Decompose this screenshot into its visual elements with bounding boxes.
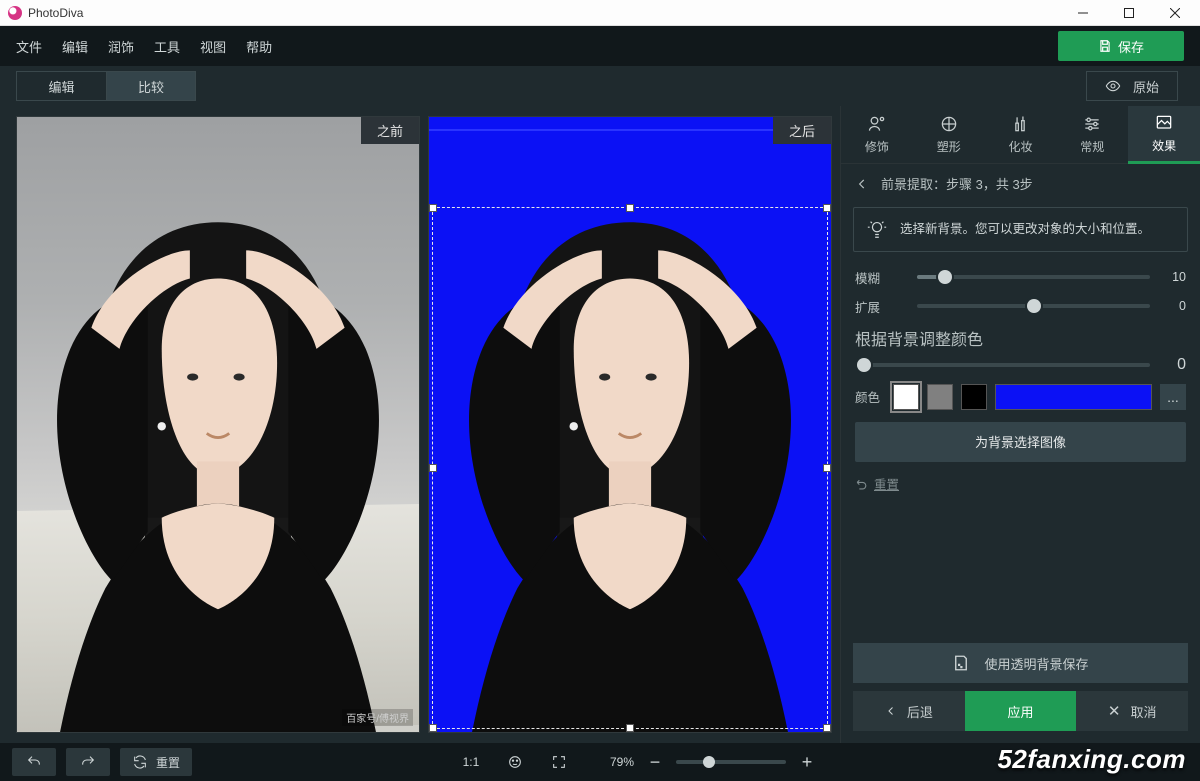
lightbulb-icon [866, 218, 888, 240]
refresh-icon [132, 754, 148, 770]
effects-icon [1154, 113, 1174, 133]
swatch-gray[interactable] [927, 384, 953, 410]
swatch-black[interactable] [961, 384, 987, 410]
face-fit-button[interactable] [498, 748, 532, 776]
breadcrumb[interactable]: 前景提取：步骤 3，共 3步 [841, 164, 1200, 203]
sculpt-icon [939, 114, 959, 134]
chevron-left-icon [885, 705, 897, 717]
eye-icon [1105, 78, 1121, 94]
selection-box[interactable] [432, 207, 828, 729]
tab-compare[interactable]: 比较 [106, 71, 196, 101]
before-label: 之前 [361, 117, 419, 144]
zoom-in-button[interactable]: + [796, 753, 818, 771]
makeup-icon [1010, 114, 1030, 134]
back-button[interactable]: 后退 [853, 691, 965, 731]
tab-general[interactable]: 常规 [1056, 106, 1128, 164]
tab-retouch[interactable]: 修饰 [841, 106, 913, 164]
window-titlebar: PhotoDiva [0, 0, 1200, 26]
menu-edit[interactable]: 编辑 [62, 37, 88, 56]
reset-button[interactable]: 重置 [120, 748, 192, 776]
save-transparent-button[interactable]: 使用透明背景保存 [853, 643, 1188, 683]
canvas-area: 百家号/傅视界 之前 [0, 106, 840, 743]
fit-screen-button[interactable] [542, 748, 576, 776]
menu-bar: 文件 编辑 润饰 工具 视图 帮助 保存 [0, 26, 1200, 66]
zoom-slider[interactable] [676, 760, 786, 764]
save-icon [1098, 39, 1112, 53]
sliders-icon [1082, 114, 1102, 134]
swatch-current[interactable] [995, 384, 1152, 410]
reset-link[interactable]: 重置 [855, 474, 1186, 493]
menu-view[interactable]: 视图 [200, 37, 226, 56]
app-logo-icon [8, 6, 22, 20]
save-transparent-icon [952, 654, 970, 672]
face-icon [507, 754, 523, 770]
window-minimize-button[interactable] [1060, 0, 1106, 26]
apply-button[interactable]: 应用 [965, 691, 1077, 731]
slider-blur[interactable]: 模糊 10 [855, 268, 1186, 287]
close-icon: ✕ [1108, 704, 1121, 719]
undo-button[interactable] [12, 748, 56, 776]
breadcrumb-text: 前景提取：步骤 3，共 3步 [881, 174, 1033, 193]
before-image [16, 166, 420, 733]
image-watermark: 百家号/傅视界 [342, 709, 413, 726]
chevron-left-icon [855, 177, 869, 191]
choose-bg-image-button[interactable]: 为背景选择图像 [855, 422, 1186, 462]
save-button[interactable]: 保存 [1058, 31, 1184, 61]
window-maximize-button[interactable] [1106, 0, 1152, 26]
show-original-button[interactable]: 原始 [1086, 71, 1178, 101]
menu-retouch[interactable]: 润饰 [108, 37, 134, 56]
tab-edit[interactable]: 编辑 [16, 71, 106, 101]
tip-box: 选择新背景。您可以更改对象的大小和位置。 [853, 207, 1188, 252]
after-pane[interactable]: 之后 [428, 116, 832, 733]
zoom-out-button[interactable]: − [644, 753, 666, 771]
window-close-button[interactable] [1152, 0, 1198, 26]
cancel-button[interactable]: ✕取消 [1076, 691, 1188, 731]
zoom-value: 79% [610, 755, 634, 769]
swatch-white[interactable] [893, 384, 919, 410]
save-button-label: 保存 [1118, 37, 1144, 56]
show-original-label: 原始 [1133, 77, 1159, 96]
menu-tools[interactable]: 工具 [154, 37, 180, 56]
tab-makeup[interactable]: 化妆 [985, 106, 1057, 164]
tab-effects[interactable]: 效果 [1128, 106, 1200, 164]
after-label: 之后 [773, 117, 831, 144]
site-watermark: 52fanxing.com [997, 744, 1186, 775]
slider-expand[interactable]: 扩展 0 [855, 297, 1186, 316]
app-title: PhotoDiva [28, 6, 83, 20]
color-picker-row: 颜色 ... [855, 384, 1186, 410]
menu-help[interactable]: 帮助 [246, 37, 272, 56]
more-colors-button[interactable]: ... [1160, 384, 1186, 410]
redo-button[interactable] [66, 748, 110, 776]
undo-icon [855, 477, 868, 490]
expand-icon [551, 754, 567, 770]
view-mode-bar: 编辑 比较 原始 [0, 66, 1200, 106]
before-pane[interactable]: 百家号/傅视界 之前 [16, 116, 420, 733]
right-panel: 修饰 塑形 化妆 常规 效果 前景提取：步骤 3，共 3步 选择新背景。您可以更… [840, 106, 1200, 743]
tab-sculpt[interactable]: 塑形 [913, 106, 985, 164]
menu-file[interactable]: 文件 [16, 37, 42, 56]
slider-adapt-color[interactable]: 根据背景调整颜色 0 [855, 326, 1186, 374]
retouch-icon [867, 114, 887, 134]
zoom-actual-button[interactable]: 1:1 [454, 748, 488, 776]
